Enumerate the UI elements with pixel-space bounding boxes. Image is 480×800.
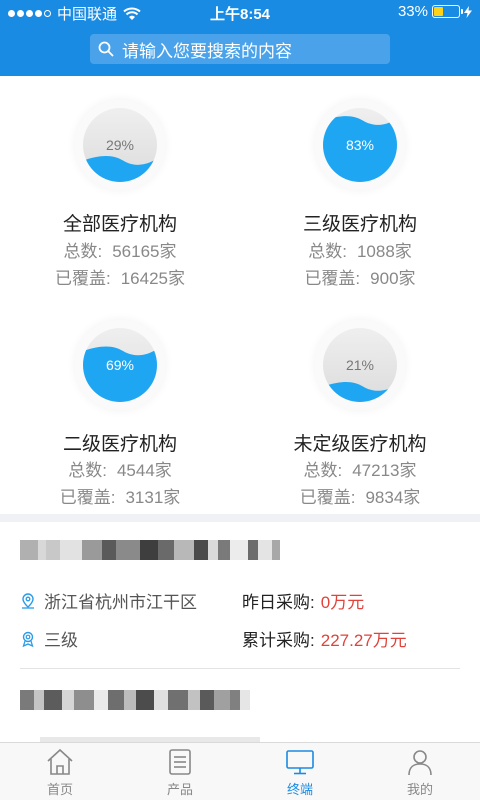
stat-title: 三级医疗机构 — [302, 214, 417, 235]
search-input[interactable]: 请输入您要搜索的内容 — [90, 34, 390, 64]
stat-covered-value: 9834家 — [365, 488, 421, 507]
location-row: 浙江省杭州市江干区 — [20, 588, 197, 613]
gauge-percent: 69% — [105, 357, 135, 373]
search-placeholder: 请输入您要搜索的内容 — [122, 41, 292, 61]
coverage-gauge: 21% — [315, 320, 405, 410]
stat-total-label: 总数: — [63, 242, 103, 261]
stat-title: 二级医疗机构 — [62, 434, 177, 455]
stat-covered: 已覆盖: 3131家 — [0, 483, 240, 508]
location-text: 浙江省杭州市江干区 — [44, 593, 197, 612]
document-icon — [169, 749, 191, 775]
home-icon — [47, 748, 73, 775]
gauge-percent: 83% — [345, 137, 375, 153]
monitor-icon — [286, 750, 314, 775]
tab-terminal[interactable]: 终端 — [240, 743, 360, 800]
yesterday-value: 0万元 — [320, 593, 365, 612]
level-text: 三级 — [44, 631, 78, 650]
coverage-gauge: 83% — [315, 100, 405, 190]
stat-covered-label: 已覆盖: — [299, 488, 356, 507]
tab-terminal-label: 终端 — [286, 782, 313, 797]
stat-total-value: 4544家 — [116, 461, 172, 480]
stat-total-value: 56165家 — [112, 242, 177, 261]
gauge-percent: 21% — [345, 357, 375, 373]
stat-covered-label: 已覆盖: — [54, 269, 111, 288]
stat-total: 总数: 47213家 — [240, 456, 480, 481]
stat-covered-value: 16425家 — [120, 269, 185, 288]
stat-covered: 已覆盖: 900家 — [240, 264, 480, 289]
stat-covered-value: 3131家 — [125, 488, 181, 507]
header: 中国联通 上午8:54 33% 请输入您要搜索的内容 — [0, 0, 480, 76]
gauge-percent: 29% — [105, 137, 135, 153]
battery-icon — [432, 5, 463, 18]
stat-covered-label: 已覆盖: — [59, 488, 116, 507]
status-bar: 中国联通 上午8:54 33% — [0, 0, 480, 24]
medal-icon — [22, 631, 34, 647]
battery-percent: 33% — [397, 3, 428, 20]
stat-total-label: 总数: — [303, 461, 343, 480]
tab-products-label: 产品 — [166, 782, 193, 797]
user-icon — [408, 750, 432, 776]
list-divider — [20, 668, 460, 669]
stat-title: 全部医疗机构 — [62, 214, 177, 235]
stat-covered-label: 已覆盖: — [304, 269, 361, 288]
location-pin-icon — [22, 592, 34, 609]
yesterday-label: 昨日采购: — [242, 593, 315, 612]
tab-bar: 首页 产品 终端 我的 — [0, 742, 480, 800]
yesterday-purchase: 昨日采购: 0万元 — [242, 588, 364, 613]
total-purchase-value: 227.27万元 — [320, 631, 407, 650]
redacted-title — [20, 690, 250, 710]
level-row: 三级 — [20, 626, 78, 651]
stat-total-value: 47213家 — [352, 461, 417, 480]
stat-title: 未定级医疗机构 — [293, 434, 427, 455]
stat-covered: 已覆盖: 16425家 — [0, 264, 240, 289]
section-divider — [0, 514, 480, 522]
stat-covered: 已覆盖: 9834家 — [240, 483, 480, 508]
total-purchase: 累计采购: 227.27万元 — [242, 626, 407, 651]
tab-home-label: 首页 — [46, 782, 73, 797]
charging-icon — [464, 5, 472, 18]
stat-total-label: 总数: — [68, 461, 107, 480]
coverage-gauge: 69% — [75, 320, 165, 410]
tab-mine[interactable]: 我的 — [360, 743, 480, 800]
stat-total: 总数: 56165家 — [0, 237, 240, 262]
coverage-gauge: 29% — [75, 100, 165, 190]
stat-total: 总数: 4544家 — [0, 456, 240, 481]
redacted-title — [20, 540, 280, 560]
stat-covered-value: 900家 — [370, 269, 416, 288]
stat-total-value: 1088家 — [356, 242, 412, 261]
search-icon — [98, 41, 114, 57]
stat-total-label: 总数: — [308, 242, 347, 261]
tab-home[interactable]: 首页 — [0, 743, 120, 800]
stat-total: 总数: 1088家 — [240, 237, 480, 262]
tab-products[interactable]: 产品 — [120, 743, 240, 800]
total-purchase-label: 累计采购: — [242, 631, 315, 650]
tab-mine-label: 我的 — [406, 782, 433, 797]
